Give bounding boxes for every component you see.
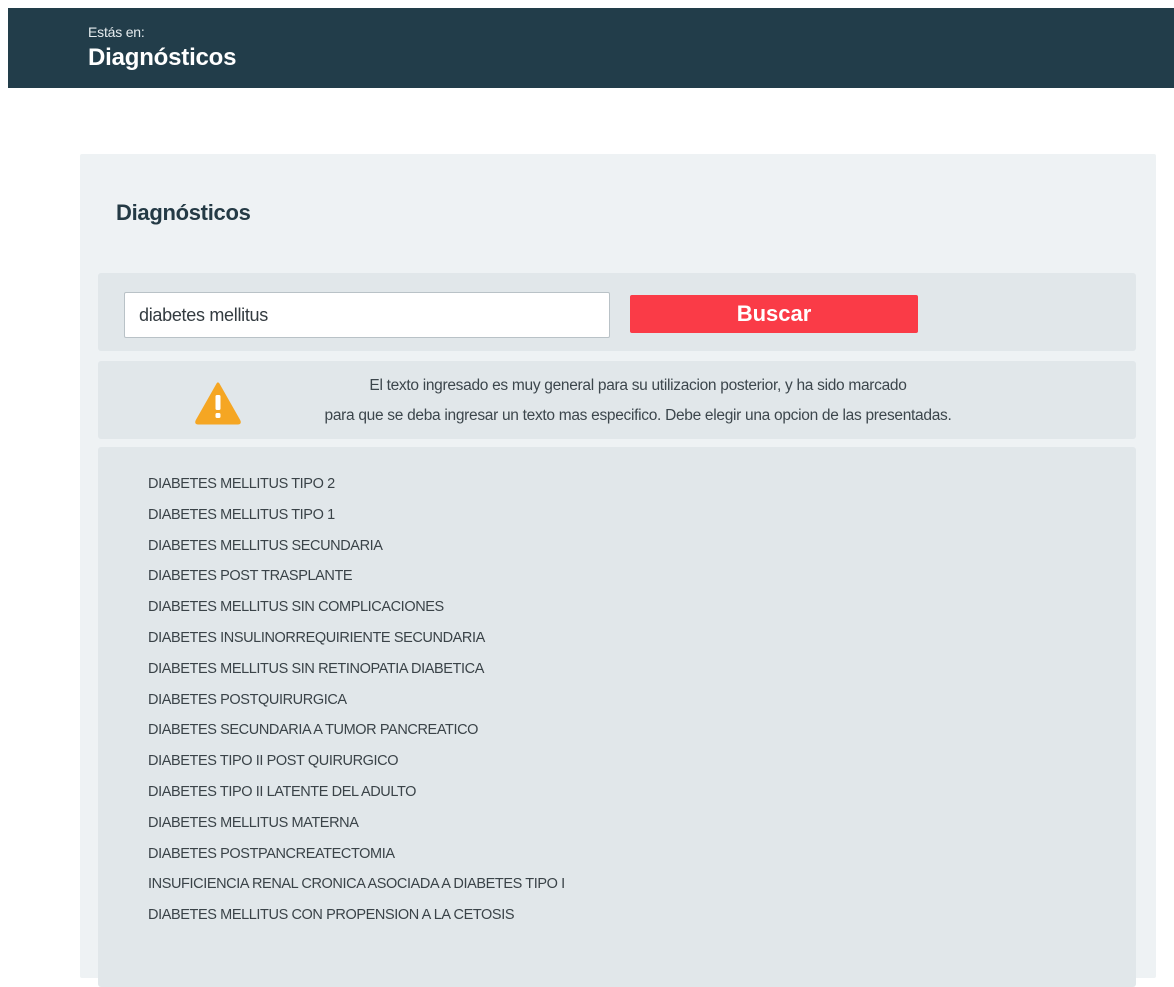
result-item[interactable]: DIABETES POST TRASPLANTE xyxy=(148,561,565,592)
diagnostics-panel: Diagnósticos Buscar El texto ingresado e… xyxy=(80,154,1156,987)
search-input[interactable] xyxy=(124,292,610,338)
warning-triangle-icon xyxy=(195,382,241,425)
result-item[interactable]: DIABETES MELLITUS MATERNA xyxy=(148,808,565,839)
header-title: Diagnósticos xyxy=(88,44,237,71)
warning-line-2: para que se deba ingresar un texto mas e… xyxy=(324,407,952,424)
warning-message: El texto ingresado es muy general para s… xyxy=(98,361,1136,439)
result-item[interactable]: DIABETES MELLITUS SIN COMPLICACIONES xyxy=(148,592,565,623)
result-item[interactable]: DIABETES SECUNDARIA A TUMOR PANCREATICO xyxy=(148,715,565,746)
location-label: Estás en: xyxy=(88,24,145,40)
result-item[interactable]: DIABETES TIPO II LATENTE DEL ADULTO xyxy=(148,777,565,808)
result-item[interactable]: DIABETES TIPO II POST QUIRURGICO xyxy=(148,746,565,777)
panel-title: Diagnósticos xyxy=(116,200,251,225)
result-item[interactable]: DIABETES MELLITUS SECUNDARIA xyxy=(148,531,565,562)
result-item[interactable]: DIABETES POSTQUIRURGICA xyxy=(148,685,565,716)
search-bar: Buscar xyxy=(98,273,1136,351)
result-item[interactable]: INSUFICIENCIA RENAL CRONICA ASOCIADA A D… xyxy=(148,869,565,900)
warning-line-1: El texto ingresado es muy general para s… xyxy=(369,377,907,394)
result-item[interactable]: DIABETES INSULINORREQUIRIENTE SECUNDARIA xyxy=(148,623,565,654)
result-item[interactable]: DIABETES MELLITUS CON PROPENSION A LA CE… xyxy=(148,900,565,931)
warning-text: El texto ingresado es muy general para s… xyxy=(258,371,1018,431)
result-item[interactable]: DIABETES MELLITUS SIN RETINOPATIA DIABET… xyxy=(148,654,565,685)
top-header: Estás en: Diagnósticos xyxy=(8,8,1174,88)
results-list-container: DIABETES MELLITUS TIPO 2 DIABETES MELLIT… xyxy=(98,447,1136,987)
results-list: DIABETES MELLITUS TIPO 2 DIABETES MELLIT… xyxy=(148,469,565,931)
result-item[interactable]: DIABETES MELLITUS TIPO 2 xyxy=(148,469,565,500)
search-button[interactable]: Buscar xyxy=(630,295,918,333)
result-item[interactable]: DIABETES POSTPANCREATECTOMIA xyxy=(148,839,565,870)
result-item[interactable]: DIABETES MELLITUS TIPO 1 xyxy=(148,500,565,531)
